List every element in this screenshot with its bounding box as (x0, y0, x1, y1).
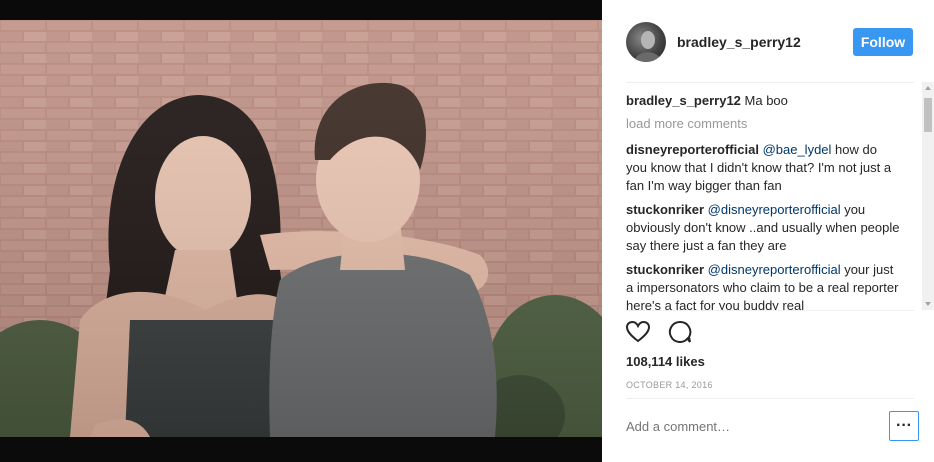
caption-author-link[interactable]: bradley_s_perry12 (626, 93, 741, 108)
follow-button[interactable]: Follow (853, 28, 913, 56)
comment-item: stuckonriker @disneyreporterofficial you… (626, 201, 901, 255)
post-date[interactable]: OCTOBER 14, 2016 (626, 380, 713, 390)
scroll-down-arrow-icon[interactable] (922, 298, 934, 310)
comment-item: disneyreporterofficial @bae_lydel how do… (626, 141, 901, 195)
comment-mention-link[interactable]: @bae_lydel (763, 142, 832, 157)
comment-mention-link[interactable]: @disneyreporterofficial (708, 202, 841, 217)
backdrop-top (0, 0, 602, 20)
post-header: bradley_s_perry12 Follow (602, 0, 934, 82)
load-more-comments-link[interactable]: load more comments (626, 116, 922, 131)
scroll-up-arrow-icon[interactable] (922, 82, 934, 94)
header-divider (626, 82, 914, 83)
comment-box-divider (626, 398, 914, 399)
post-photo[interactable] (0, 20, 602, 437)
comment-author-link[interactable]: stuckonriker (626, 262, 704, 277)
add-comment-input[interactable] (626, 419, 876, 434)
more-options-icon[interactable]: ··· (889, 411, 919, 441)
comment-item: stuckonriker @disneyreporterofficial you… (626, 261, 901, 310)
likes-count[interactable]: 108,114 likes (626, 354, 705, 369)
comment-author-link[interactable]: stuckonriker (626, 202, 704, 217)
scrollbar-thumb[interactable] (924, 98, 932, 132)
heart-icon[interactable] (625, 320, 651, 349)
username-link[interactable]: bradley_s_perry12 (677, 34, 801, 50)
backdrop-bottom (0, 437, 602, 462)
comment-author-link[interactable]: disneyreporterofficial (626, 142, 759, 157)
comment-icon[interactable] (668, 320, 692, 349)
comments-scrollbar[interactable] (922, 82, 934, 310)
avatar[interactable] (626, 22, 666, 62)
caption: bradley_s_perry12 Ma boo (626, 92, 901, 110)
post-details-panel: bradley_s_perry12 Follow bradley_s_perry… (602, 0, 934, 462)
comments-list: bradley_s_perry12 Ma boo load more comme… (626, 92, 922, 310)
caption-text: Ma boo (740, 93, 788, 108)
post-actions (625, 320, 706, 349)
actions-divider (626, 310, 914, 311)
comment-mention-link[interactable]: @disneyreporterofficial (708, 262, 841, 277)
